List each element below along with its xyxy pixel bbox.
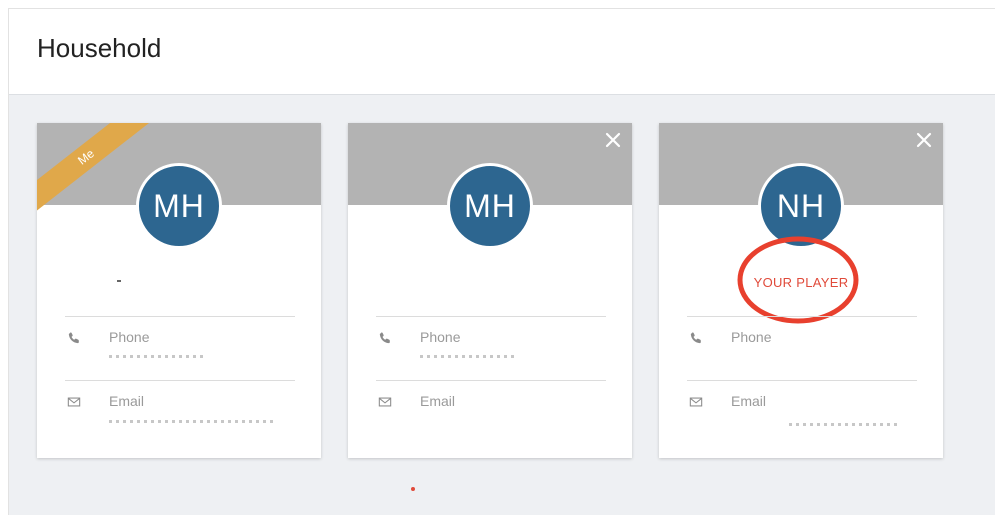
phone-label: Phone <box>420 329 461 345</box>
email-label: Email <box>420 393 456 409</box>
phone-value-redacted <box>109 355 204 358</box>
household-member-card[interactable]: NH YOUR PLAYER Phone Email <box>659 123 943 458</box>
phone-value-redacted <box>420 355 515 358</box>
household-member-card[interactable]: MH Phone Email <box>348 123 632 458</box>
divider <box>65 316 295 317</box>
avatar: MH <box>136 163 222 249</box>
divider <box>376 316 606 317</box>
page-header: Household <box>9 9 995 95</box>
phone-label: Phone <box>109 329 150 345</box>
household-member-card[interactable]: Me MH Phone Email <box>37 123 321 458</box>
phone-label: Phone <box>731 329 772 345</box>
divider <box>376 380 606 381</box>
envelope-icon <box>67 395 81 409</box>
phone-icon <box>378 331 392 345</box>
email-label: Email <box>731 393 767 409</box>
member-name-redacted <box>117 280 121 282</box>
email-label: Email <box>109 393 145 409</box>
phone-icon <box>67 331 81 345</box>
divider <box>687 380 917 381</box>
page-title: Household <box>37 33 162 63</box>
email-value-redacted <box>109 420 275 423</box>
divider <box>65 380 295 381</box>
pagination-dot[interactable] <box>411 487 415 491</box>
divider <box>687 316 917 317</box>
close-icon[interactable] <box>602 129 624 151</box>
phone-icon <box>689 331 703 345</box>
player-tag: YOUR PLAYER <box>753 275 849 290</box>
close-icon[interactable] <box>913 129 935 151</box>
avatar: MH <box>447 163 533 249</box>
envelope-icon <box>378 395 392 409</box>
household-panel: Household Me MH Phone Email MH Phone Ema… <box>8 8 995 515</box>
envelope-icon <box>689 395 703 409</box>
email-value-redacted <box>789 423 899 426</box>
